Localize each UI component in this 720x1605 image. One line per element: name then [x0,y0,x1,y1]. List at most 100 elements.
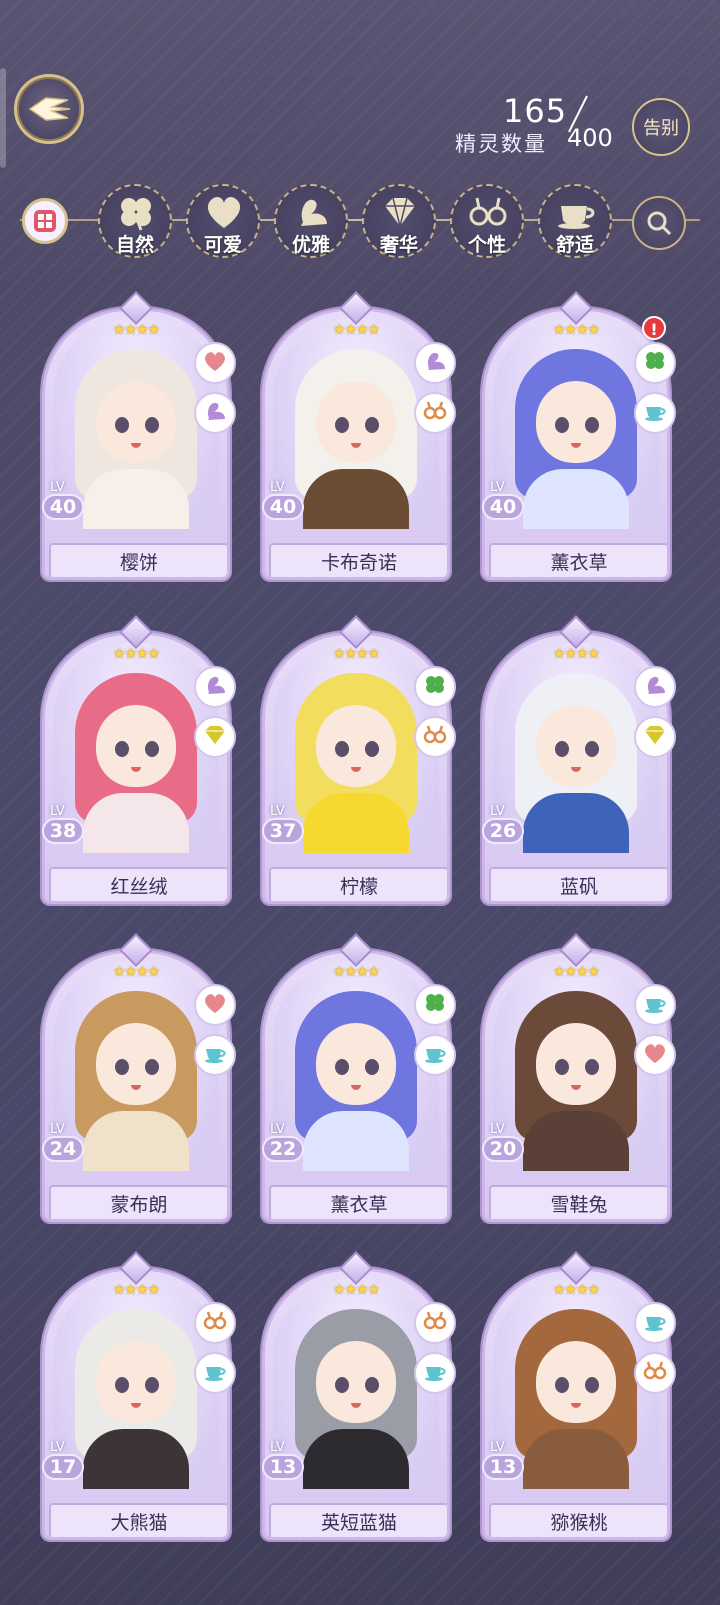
level-label: LV [490,480,505,495]
spirit-card[interactable]: 蓝矾 ★★★★ LV 26 [482,615,676,908]
character-eye [335,417,349,433]
teacup-trait-badge [414,1352,456,1394]
rarity-stars: ★★★★ [332,1282,380,1298]
heart-trait-badge [194,342,236,384]
level-badge: 40 [262,494,304,520]
character-name: 雪鞋兔 [489,1185,667,1219]
spirit-card[interactable]: 柠檬 ★★★★ LV 37 [262,615,456,908]
spirit-card[interactable]: 蒙布朗 ★★★★ LV 24 [42,933,236,1226]
filter-elegant[interactable]: 优雅 [274,184,348,258]
spirit-card[interactable]: 薰衣草 ★★★★ LV 40 ! [482,291,676,584]
spirit-card[interactable]: 薰衣草 ★★★★ LV 22 [262,933,456,1226]
teacup-icon [642,1309,668,1337]
swan-trait-badge [194,392,236,434]
spirit-card[interactable]: 猕猴桃 ★★★★ LV 13 [482,1251,676,1544]
spirit-count-current: 165 [503,92,568,130]
level-badge: 40 [42,494,84,520]
level-badge: 40 [482,494,524,520]
character-face [316,1341,396,1423]
spirit-count-label: 精灵数量 [455,132,547,156]
swan-icon [422,349,448,377]
spirit-card[interactable]: 大熊猫 ★★★★ LV 17 [42,1251,236,1544]
swan-icon [202,673,228,701]
filter-cute[interactable]: 可爱 [186,184,260,258]
teacup-trait-badge [414,1034,456,1076]
farewell-button[interactable]: 告别 [632,98,690,156]
glasses-trait-badge [634,1352,676,1394]
character-name: 薰衣草 [269,1185,447,1219]
character-eye [555,1059,569,1075]
heart-trait-badge [194,984,236,1026]
level-badge: 38 [42,818,84,844]
teacup-icon [642,399,668,427]
character-outfit [523,1111,629,1171]
character-name: 卡布奇诺 [269,543,447,577]
back-button[interactable] [14,74,84,144]
filter-label: 个性 [467,234,506,256]
character-outfit [523,469,629,529]
character-name: 樱饼 [49,543,227,577]
character-eye [365,1059,379,1075]
rarity-stars: ★★★★ [112,964,160,980]
teacup-icon [642,991,668,1019]
diamond-icon [202,723,228,751]
glasses-trait-badge [414,392,456,434]
clover-trait-badge [414,666,456,708]
character-face [316,381,396,463]
character-outfit [303,793,409,853]
spirit-card[interactable]: 英短蓝猫 ★★★★ LV 13 [262,1251,456,1544]
filter-personality[interactable]: 个性 [450,184,524,258]
glasses-icon [422,399,448,427]
filter-all-button[interactable] [22,198,68,244]
character-face [536,705,616,787]
clover-icon [422,991,448,1019]
character-eye [115,741,129,757]
heart-icon [202,991,228,1019]
search-button[interactable] [632,196,686,250]
character-outfit [523,1429,629,1489]
character-face [96,1341,176,1423]
level-badge: 37 [262,818,304,844]
character-outfit [83,1111,189,1171]
diamond-trait-badge [634,716,676,758]
swan-trait-badge [634,666,676,708]
character-outfit [523,793,629,853]
teacup-trait-badge [634,984,676,1026]
spirit-card[interactable]: 雪鞋兔 ★★★★ LV 20 [482,933,676,1226]
filter-comfort[interactable]: 舒适 [538,184,612,258]
farewell-label: 告别 [643,118,679,139]
character-name: 柠檬 [269,867,447,901]
glasses-icon [202,1309,228,1337]
character-eye [585,1377,599,1393]
rarity-stars: ★★★★ [552,1282,600,1298]
spirit-card[interactable]: 卡布奇诺 ★★★★ LV 40 [262,291,456,584]
character-face [96,705,176,787]
heart-icon [202,349,228,377]
rarity-stars: ★★★★ [332,964,380,980]
spirit-card[interactable]: 红丝绒 ★★★★ LV 38 [42,615,236,908]
character-eye [115,1059,129,1075]
filter-natural[interactable]: 自然 [98,184,172,258]
teacup-icon [422,1041,448,1069]
character-outfit [303,469,409,529]
character-face [96,381,176,463]
level-label: LV [50,1122,65,1137]
character-name: 蓝矾 [489,867,667,901]
heart-icon [642,1041,668,1069]
spirit-card[interactable]: 樱饼 ★★★★ LV 40 [42,291,236,584]
swan-icon [202,399,228,427]
diamond-icon [642,723,668,751]
teacup-icon [422,1359,448,1387]
level-badge: 26 [482,818,524,844]
character-eye [145,741,159,757]
filter-luxury[interactable]: 奢华 [362,184,436,258]
clover-trait-badge [634,342,676,384]
teacup-icon [202,1041,228,1069]
rarity-stars: ★★★★ [332,646,380,662]
character-eye [365,417,379,433]
character-name: 薰衣草 [489,543,667,577]
character-name: 蒙布朗 [49,1185,227,1219]
filter-label: 可爱 [203,234,242,256]
glasses-icon [422,723,448,751]
spirit-count: 165 精灵数量 400 [455,92,625,162]
